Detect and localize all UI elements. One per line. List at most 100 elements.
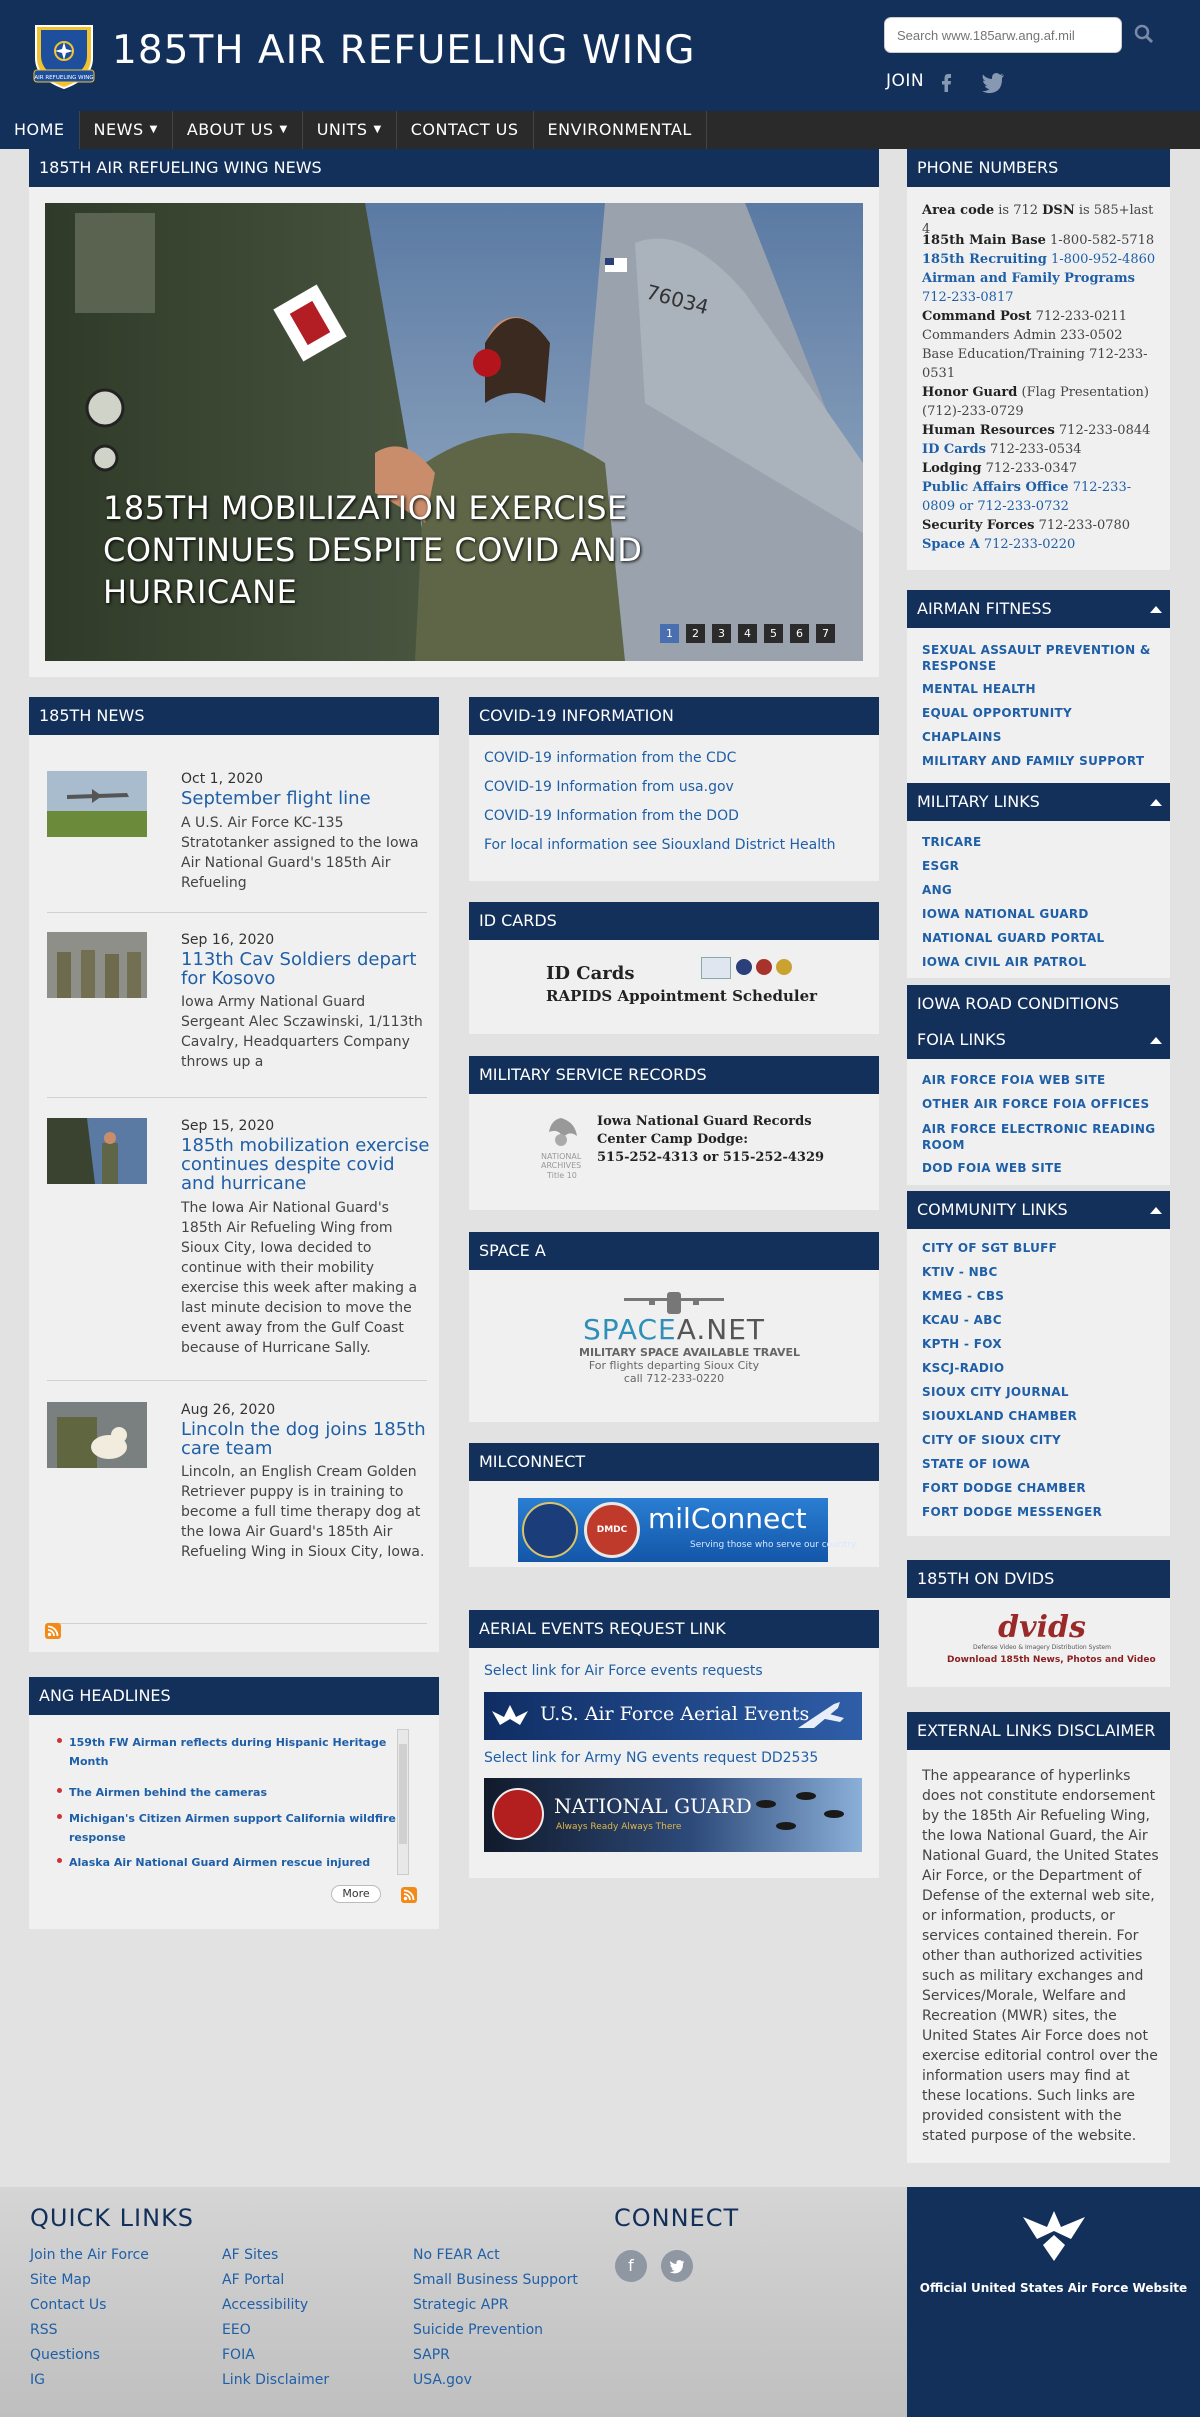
id-cards-banner[interactable]: ID Cards RAPIDS Appointment Scheduler [546,957,817,1013]
news-title-link[interactable]: Lincoln the dog joins 185th care team [181,1420,431,1458]
covid-usagov-link[interactable]: COVID-19 Information from usa.gov [484,779,734,795]
scrollbar[interactable] [397,1729,409,1875]
footer-link[interactable]: IG [30,2372,45,2388]
nav-contact-us[interactable]: CONTACT US [397,111,534,149]
military-link[interactable]: IOWA CIVIL AIR PATROL [922,955,1086,969]
community-link[interactable]: FORT DODGE CHAMBER [922,1481,1086,1495]
fitness-link[interactable]: EQUAL OPPORTUNITY [922,706,1072,720]
news-thumbnail[interactable] [47,771,147,837]
footer-link[interactable]: FOIA [222,2347,255,2363]
military-link[interactable]: TRICARE [922,835,982,849]
footer-link[interactable]: Small Business Support [413,2272,578,2288]
community-link[interactable]: KSCJ-RADIO [922,1361,1004,1375]
road-conditions-link[interactable]: IOWA ROAD CONDITIONS [907,985,1170,1023]
news-item[interactable]: Sep 16, 2020 113th Cav Soldiers depart f… [47,932,427,1098]
footer-link[interactable]: Link Disclaimer [222,2372,329,2388]
phone-line[interactable]: 185th Recruiting 1-800-952-4860 [922,250,1162,269]
covid-dod-link[interactable]: COVID-19 Information from the DOD [484,808,739,824]
milconnect-banner[interactable]: DMDC milConnect Serving those who serve … [518,1498,858,1562]
join-link[interactable]: JOIN [886,71,924,91]
footer-link[interactable]: SAPR [413,2347,450,2363]
collapse-icon[interactable] [1150,1037,1162,1044]
community-link[interactable]: CITY OF SIOUX CITY [922,1433,1061,1447]
collapse-icon[interactable] [1150,1207,1162,1214]
slide-page-button[interactable]: 6 [790,624,809,643]
slide-page-button[interactable]: 2 [686,624,705,643]
news-item[interactable]: Sep 15, 2020 185th mobilization exercise… [47,1118,429,1381]
slide-page-button[interactable]: 3 [712,624,731,643]
news-thumbnail[interactable] [47,1402,147,1468]
slide-page-button[interactable]: 5 [764,624,783,643]
twitter-icon[interactable] [980,70,1006,94]
news-thumbnail[interactable] [47,932,147,998]
nav-news[interactable]: NEWS ▼ [80,111,173,149]
space-a-banner[interactable]: SPACEA.NET MILITARY SPACE AVAILABLE TRAV… [579,1284,800,1404]
news-item[interactable]: Oct 1, 2020 September flight line A U.S.… [47,771,427,913]
footer-link[interactable]: USA.gov [413,2372,472,2388]
foia-link[interactable]: OTHER AIR FORCE FOIA OFFICES [922,1097,1149,1111]
news-title-link[interactable]: 185th mobilization exercise continues de… [181,1136,431,1193]
foia-link[interactable]: DOD FOIA WEB SITE [922,1161,1062,1175]
nav-about-us[interactable]: ABOUT US ▼ [173,111,303,149]
airman-fitness-title[interactable]: AIRMAN FITNESS [907,590,1170,628]
service-records-banner[interactable]: NATIONAL ARCHIVES Title 10 Iowa National… [541,1114,824,1190]
slide-page-button[interactable]: 4 [738,624,757,643]
footer-link[interactable]: RSS [30,2322,58,2338]
news-title-link[interactable]: September flight line [181,789,431,808]
dvids-banner[interactable]: dvids Defense Video & Imagery Distributi… [947,1612,1156,1678]
headline-link[interactable]: The Airmen behind the cameras [57,1783,409,1802]
nav-home[interactable]: HOME [0,111,80,149]
footer-link[interactable]: Strategic APR [413,2297,508,2313]
community-links-title[interactable]: COMMUNITY LINKS [907,1191,1170,1229]
rss-icon[interactable] [45,1623,61,1639]
news-item[interactable]: Aug 26, 2020 Lincoln the dog joins 185th… [47,1402,427,1624]
phone-line[interactable]: Airman and Family Programs 712-233-0817 [922,269,1162,307]
search-icon[interactable] [1130,20,1160,50]
national-guard-banner[interactable]: NATIONAL GUARD Always Ready Always There [484,1778,862,1852]
scrollbar-thumb[interactable] [399,1744,407,1844]
phone-line[interactable]: Space A 712-233-0220 [922,535,1162,554]
footer-link[interactable]: EEO [222,2322,251,2338]
footer-link[interactable]: AF Portal [222,2272,284,2288]
community-link[interactable]: FORT DODGE MESSENGER [922,1505,1102,1519]
community-link[interactable]: KPTH - FOX [922,1337,1002,1351]
search-input[interactable] [884,17,1122,53]
facebook-icon[interactable] [934,70,958,94]
nav-environmental[interactable]: ENVIRONMENTAL [534,111,707,149]
military-link[interactable]: ESGR [922,859,959,873]
rss-icon[interactable] [401,1887,417,1903]
footer-link[interactable]: AF Sites [222,2247,278,2263]
footer-link[interactable]: No FEAR Act [413,2247,500,2263]
site-title[interactable]: 185TH AIR REFUELING WING [112,28,696,73]
community-link[interactable]: SIOUXLAND CHAMBER [922,1409,1077,1423]
military-link[interactable]: ANG [922,883,952,897]
community-link[interactable]: KCAU - ABC [922,1313,1002,1327]
hero-slide[interactable]: 76034 185TH MOBILIZATION EXERCISE CONTIN… [45,203,863,661]
fitness-link[interactable]: SEXUAL ASSAULT PREVENTION & RESPONSE [922,642,1162,674]
footer-link[interactable]: Suicide Prevention [413,2322,543,2338]
foia-links-title[interactable]: FOIA LINKS [907,1021,1170,1059]
phone-line[interactable]: ID Cards 712-233-0534 [922,440,1162,459]
collapse-icon[interactable] [1150,606,1162,613]
fitness-link[interactable]: CHAPLAINS [922,730,1002,744]
news-thumbnail[interactable] [47,1118,147,1184]
military-link[interactable]: NATIONAL GUARD PORTAL [922,931,1104,945]
headline-link[interactable]: Alaska Air National Guard Airmen rescue … [57,1853,409,1872]
footer-link[interactable]: Contact Us [30,2297,106,2313]
covid-cdc-link[interactable]: COVID-19 information from the CDC [484,750,736,766]
slide-page-button[interactable]: 7 [816,624,835,643]
footer-link[interactable]: Site Map [30,2272,91,2288]
hero-caption[interactable]: 185TH MOBILIZATION EXERCISE CONTINUES DE… [103,487,723,613]
footer-link[interactable]: Accessibility [222,2297,308,2313]
af-website-block[interactable]: Official United States Air Force Website [907,2187,1200,2417]
collapse-icon[interactable] [1150,799,1162,806]
nav-units[interactable]: UNITS ▼ [303,111,397,149]
wing-seal-logo[interactable]: AIR REFUELING WING [28,18,100,90]
ng-events-link[interactable]: Select link for Army NG events request D… [484,1750,818,1766]
community-link[interactable]: KMEG - CBS [922,1289,1004,1303]
twitter-icon[interactable] [661,2250,693,2282]
covid-local-link[interactable]: For local information see Siouxland Dist… [484,837,836,853]
community-link[interactable]: CITY OF SGT BLUFF [922,1241,1057,1255]
fitness-link[interactable]: MENTAL HEALTH [922,682,1036,696]
community-link[interactable]: SIOUX CITY JOURNAL [922,1385,1069,1399]
